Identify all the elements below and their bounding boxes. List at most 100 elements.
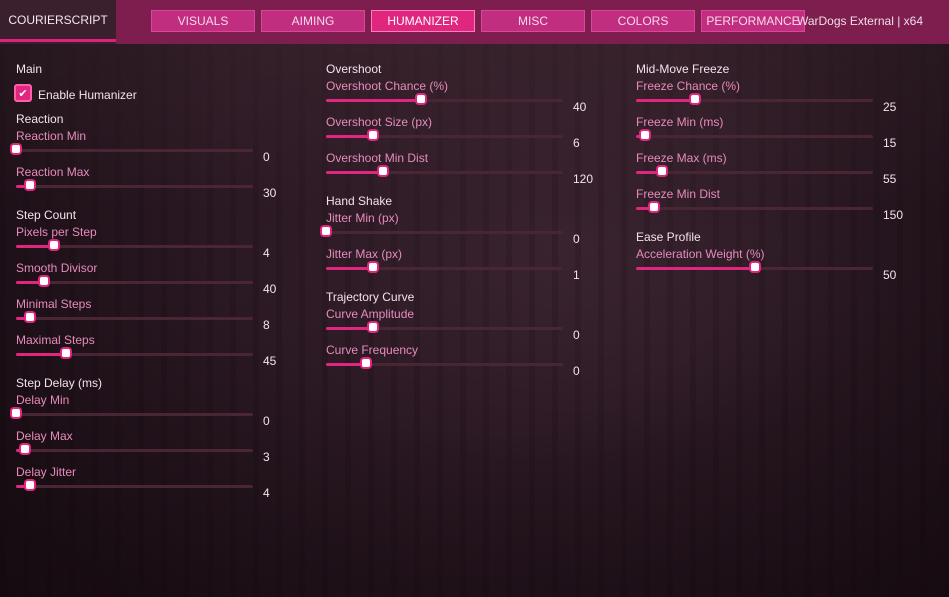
- brand-tab: COURIERSCRIPT: [0, 0, 116, 44]
- slider-track[interactable]: [322, 227, 563, 235]
- slider-label: Freeze Chance (%): [636, 79, 741, 93]
- slider-fill: [636, 267, 755, 270]
- slider-track[interactable]: [326, 323, 563, 331]
- enable-humanizer-row[interactable]: ✔ Enable Humanizer: [14, 82, 278, 104]
- slider-track[interactable]: [636, 167, 873, 175]
- tab-humanizer[interactable]: HUMANIZER: [371, 10, 475, 32]
- slider-track[interactable]: [636, 95, 873, 103]
- slider-delay-jitter: Delay Jitter 4: [16, 464, 278, 500]
- tab-visuals[interactable]: VISUALS: [151, 10, 255, 32]
- slider-track[interactable]: [16, 349, 253, 357]
- section-overshoot: Overshoot: [326, 62, 382, 76]
- slider-knob[interactable]: [49, 241, 58, 249]
- slider-fill: [636, 99, 696, 102]
- slider-knob[interactable]: [40, 277, 49, 285]
- slider-knob[interactable]: [21, 445, 30, 453]
- slider-fill: [16, 245, 54, 248]
- slider-knob[interactable]: [641, 131, 650, 139]
- checkmark-icon: ✔: [18, 87, 28, 100]
- slider-track[interactable]: [16, 277, 253, 285]
- slider-jitter-min: Jitter Min (px) 0: [322, 210, 596, 246]
- slider-knob[interactable]: [369, 263, 378, 271]
- slider-value: 15: [883, 136, 897, 150]
- slider-freeze-min-dist: Freeze Min Dist 150: [636, 186, 903, 222]
- slider-label: Overshoot Min Dist: [326, 151, 429, 165]
- column-middle: Overshoot Overshoot Chance (%) 40 Oversh…: [322, 54, 596, 378]
- slider-track[interactable]: [636, 263, 873, 271]
- slider-track[interactable]: [326, 263, 563, 271]
- slider-value: 0: [573, 328, 580, 342]
- slider-knob[interactable]: [362, 359, 371, 367]
- slider-jitter-max: Jitter Max (px) 1: [326, 246, 596, 282]
- section-reaction: Reaction: [16, 112, 64, 126]
- brand-logo[interactable]: COURIERSCRIPT: [0, 0, 116, 42]
- slider-track[interactable]: [326, 359, 563, 367]
- enable-humanizer-label: Enable Humanizer: [38, 88, 137, 102]
- slider-value: 40: [263, 282, 277, 296]
- tab-colors[interactable]: COLORS: [591, 10, 695, 32]
- slider-overshoot-min-dist: Overshoot Min Dist 120: [326, 150, 596, 186]
- slider-value: 0: [263, 150, 270, 164]
- slider-minimal-steps: Minimal Steps 8: [16, 296, 278, 332]
- tab-aiming[interactable]: AIMING: [261, 10, 365, 32]
- slider-track[interactable]: [16, 445, 253, 453]
- slider-value: 150: [883, 208, 904, 222]
- slider-value: 1: [573, 268, 580, 282]
- slider-knob[interactable]: [322, 227, 330, 235]
- slider-knob[interactable]: [649, 203, 658, 211]
- slider-track[interactable]: [12, 145, 253, 153]
- slider-track[interactable]: [326, 167, 563, 175]
- slider-label: Pixels per Step: [16, 225, 97, 239]
- slider-track[interactable]: [636, 131, 873, 139]
- slider-label: Freeze Min Dist: [636, 187, 721, 201]
- slider-track[interactable]: [16, 241, 253, 249]
- slider-track[interactable]: [636, 203, 873, 211]
- slider-reaction-min: Reaction Min 0: [12, 128, 278, 164]
- slider-track[interactable]: [326, 131, 563, 139]
- slider-knob[interactable]: [658, 167, 667, 175]
- slider-knob[interactable]: [26, 313, 35, 321]
- slider-track[interactable]: [16, 313, 253, 321]
- slider-curve-frequency: Curve Frequency 0: [326, 342, 596, 378]
- section-main: Main: [16, 62, 43, 76]
- slider-knob[interactable]: [750, 263, 759, 271]
- slider-fill: [326, 135, 374, 138]
- slider-knob[interactable]: [691, 95, 700, 103]
- slider-label: Freeze Min (ms): [636, 115, 724, 129]
- enable-humanizer-checkbox[interactable]: ✔: [14, 84, 32, 102]
- slider-knob[interactable]: [61, 349, 70, 357]
- slider-acceleration-weight: Acceleration Weight (%) 50: [636, 246, 898, 282]
- window-title: WarDogs External | x64: [796, 14, 923, 28]
- slider-label: Reaction Max: [16, 165, 90, 179]
- slider-track[interactable]: [12, 409, 253, 417]
- slider-delay-min: Delay Min 0: [12, 392, 278, 428]
- column-right: Mid-Move Freeze Freeze Chance (%) 25 Fre…: [636, 54, 903, 282]
- tab-performance[interactable]: PERFORMANCE: [701, 10, 805, 32]
- slider-knob[interactable]: [26, 181, 35, 189]
- slider-freeze-min: Freeze Min (ms) 15: [636, 114, 898, 150]
- slider-curve-amplitude: Curve Amplitude 0: [326, 306, 596, 342]
- slider-fill: [326, 327, 374, 330]
- tab-misc[interactable]: MISC: [481, 10, 585, 32]
- slider-value: 8: [263, 318, 270, 332]
- slider-knob[interactable]: [369, 131, 378, 139]
- slider-track[interactable]: [326, 95, 563, 103]
- slider-label: Minimal Steps: [16, 297, 92, 311]
- slider-overshoot-size: Overshoot Size (px) 6: [326, 114, 596, 150]
- slider-knob[interactable]: [12, 145, 20, 153]
- slider-track[interactable]: [16, 181, 253, 189]
- slider-label: Curve Amplitude: [326, 307, 415, 321]
- slider-delay-max: Delay Max 3: [16, 428, 278, 464]
- slider-value: 3: [263, 450, 270, 464]
- slider-label: Maximal Steps: [16, 333, 95, 347]
- slider-fill: [16, 353, 66, 356]
- slider-fill: [326, 99, 421, 102]
- slider-reaction-max: Reaction Max 30: [16, 164, 278, 200]
- slider-knob[interactable]: [369, 323, 378, 331]
- slider-knob[interactable]: [378, 167, 387, 175]
- slider-knob[interactable]: [12, 409, 20, 417]
- section-trajectory-curve: Trajectory Curve: [326, 290, 415, 304]
- slider-track[interactable]: [16, 481, 253, 489]
- slider-knob[interactable]: [416, 95, 425, 103]
- slider-knob[interactable]: [26, 481, 35, 489]
